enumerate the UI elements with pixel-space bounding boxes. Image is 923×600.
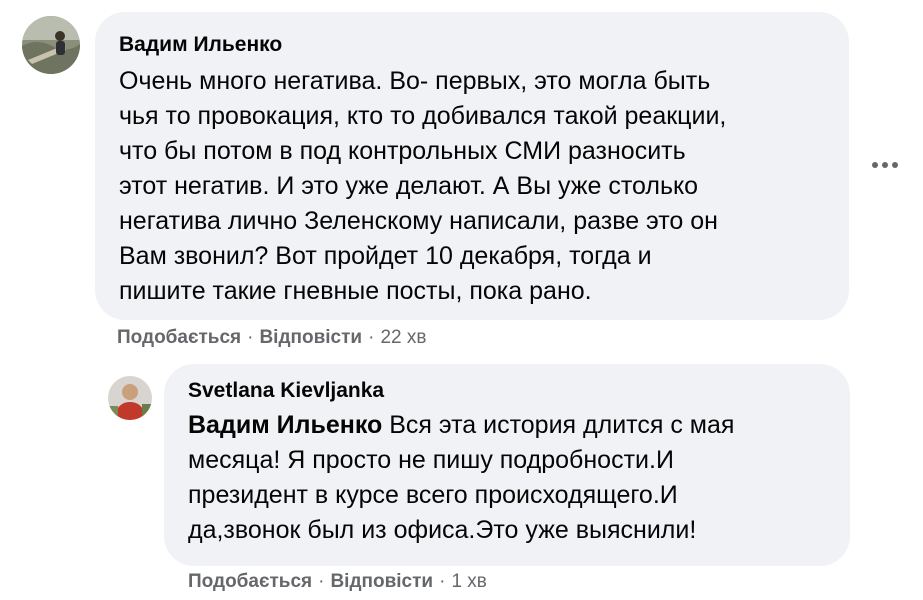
avatar[interactable] [22,16,80,74]
separator: · [318,571,325,592]
comment-line: Вам звонил? Вот пройдет 10 декабря, тогд… [119,242,652,270]
reply-line: месяца! Я просто не пишу подробности.И [188,446,674,474]
timestamp[interactable]: 1 хв [451,571,486,592]
reply-button[interactable]: Відповісти [330,571,433,592]
more-options-button[interactable] [872,162,898,168]
more-horizontal-icon [872,162,878,168]
reply-bubble: Svetlana Kievljanka Вадим Ильенко Вся эт… [164,364,850,566]
avatar-photo [22,16,80,74]
reply-line: президент в курсе всего происходящего.И [188,481,678,509]
comment-line: чья то провокация, кто то добивался тако… [119,102,727,130]
reply-first-line: Вадим Ильенко Вся эта история длится с м… [188,408,734,443]
mention-link[interactable]: Вадим Ильенко [188,411,382,439]
timestamp[interactable]: 22 хв [380,327,426,348]
reply-actions: Подобається · Відповісти · 1 хв [188,570,487,594]
separator: · [247,327,254,348]
more-dot [882,162,888,168]
comment-actions: Подобається · Відповісти · 22 хв [117,326,426,350]
comment-line: негатива лично Зеленскому написали, разв… [119,207,718,235]
comment-text: Очень много негатива. Во- первых, это мо… [119,64,726,309]
comment-line: пишите такие гневные посты, пока рано. [119,277,592,305]
reply-line-rest: Вся эта история длится с мая [382,411,735,439]
comment-line: этот негатив. И это уже делают. А Вы уже… [119,172,699,200]
reply-author[interactable]: Svetlana Kievljanka [188,378,734,404]
reply-text: Вадим Ильенко Вся эта история длится с м… [188,408,734,548]
reply-line: да,звонок был из офиса.Это уже выяснили! [188,516,697,544]
comment-line: Очень много негатива. Во- первых, это мо… [119,67,711,95]
comment-author[interactable]: Вадим Ильенко [119,32,726,58]
more-dot [892,162,898,168]
like-button[interactable]: Подобається [188,571,312,592]
like-button[interactable]: Подобається [117,327,241,348]
reply-button[interactable]: Відповісти [259,327,362,348]
avatar[interactable] [108,376,152,420]
separator: · [439,571,446,592]
avatar-photo [108,376,152,420]
comment-bubble: Вадим Ильенко Очень много негатива. Во- … [95,12,849,320]
comment-line: что бы потом в под контрольных СМИ разно… [119,137,686,165]
separator: · [368,327,375,348]
